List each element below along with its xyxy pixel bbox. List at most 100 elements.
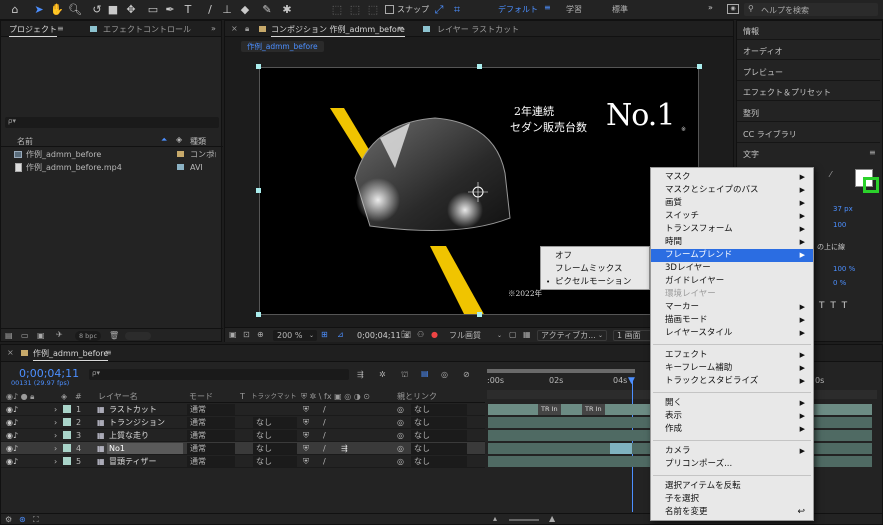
toggle-mask-icon[interactable]: ⊞ — [321, 330, 328, 339]
trackmatte-dropdown[interactable]: なし — [253, 430, 297, 441]
zoom-out-timeline-icon[interactable]: ▴ — [493, 514, 497, 523]
menu-item-frame-blending[interactable]: フレームブレンド ▶ — [651, 249, 813, 262]
stroke-position-dropdown[interactable]: の上に線 — [817, 242, 845, 252]
layer-tab[interactable]: レイヤー ラストカット — [437, 24, 519, 35]
menu-item-keyframe-assistant[interactable]: キーフレーム補助 ▶ — [651, 362, 813, 375]
layer-name[interactable]: No1 — [107, 443, 183, 454]
handle-ml[interactable] — [256, 188, 261, 193]
type-tool-icon[interactable]: T — [181, 3, 195, 17]
eyedropper-icon[interactable]: ⁄ — [830, 170, 831, 179]
layer-row-selected[interactable]: ◉♪ › 4 ▦ No1 通常 なし ⛨ / ⇶ ◎ なし — [1, 442, 485, 455]
delete-icon[interactable]: 🗑︎ — [109, 331, 119, 340]
quality-switch-icon[interactable]: / — [323, 442, 326, 455]
visibility-icon[interactable]: ◉♪ — [6, 429, 18, 442]
menu-item-reveal[interactable]: 表示 ▶ — [651, 410, 813, 423]
col-name-header[interactable]: 名前 — [17, 136, 33, 147]
baseline-value[interactable]: 0 % — [833, 279, 846, 287]
effects-presets-tab[interactable]: エフェクト＆プリセット — [743, 87, 831, 98]
scale-value[interactable]: 100 % — [833, 265, 855, 273]
close-tab-icon[interactable]: × — [231, 24, 238, 33]
parent-dropdown[interactable]: なし — [411, 443, 467, 454]
workspace-menu-icon[interactable]: ≡ — [544, 3, 551, 12]
menu-item-select-children[interactable]: 子を選択 — [651, 493, 813, 506]
menu-item-create[interactable]: 作成 ▶ — [651, 423, 813, 436]
visibility-icon[interactable]: ◉♪ — [6, 455, 18, 468]
selection-tool-icon[interactable]: ➤ — [32, 3, 46, 17]
collapse-switch-icon[interactable]: ⛨ — [303, 429, 309, 442]
workspace-default[interactable]: デフォルト — [498, 4, 538, 15]
expand-chevron-icon[interactable]: › — [54, 442, 57, 455]
trackmatte-dropdown[interactable]: なし — [253, 443, 297, 454]
frame-blend-switch-icon[interactable]: ⇶ — [341, 442, 348, 455]
comp-flow-breadcrumb[interactable]: 作例_admm_before — [241, 41, 324, 52]
hand-tool-icon[interactable]: ✋ — [50, 3, 64, 17]
workspace-standard[interactable]: 標準 — [612, 4, 628, 15]
handle-tm[interactable] — [477, 64, 482, 69]
workspace-learn[interactable]: 学習 — [566, 4, 582, 15]
layer-row[interactable]: ◉♪ › 3 ▦ 上質な走り 通常 なし ⛨ / ◎ なし — [1, 429, 485, 442]
parent-pickwhip-icon[interactable]: ◎ — [397, 403, 404, 416]
timeline-zoom-slider[interactable] — [509, 519, 539, 521]
new-folder-icon[interactable]: ▭ — [21, 331, 29, 340]
mode-dropdown[interactable]: 通常 — [187, 404, 235, 415]
layer-row[interactable]: ◉♪ › 5 ▦ 冒頭ティザー 通常 なし ⛨ / ◎ なし — [1, 455, 485, 468]
parent-pickwhip-icon[interactable]: ◎ — [397, 416, 404, 429]
menu-item-mask-shape-path[interactable]: マスクとシェイプのパス ▶ — [651, 184, 813, 197]
layer-label-swatch[interactable] — [63, 457, 71, 465]
quality-switch-icon[interactable]: / — [323, 403, 326, 416]
menu-item-track-stabilize[interactable]: トラックとスタビライズ ▶ — [651, 375, 813, 388]
trackmatte-dropdown[interactable]: なし — [253, 417, 297, 428]
in-out-toggle-icon[interactable]: ⛶ — [33, 515, 39, 525]
parent-dropdown[interactable]: なし — [411, 456, 467, 467]
audio-panel-tab[interactable]: オーディオ — [743, 46, 782, 57]
flowchart-icon[interactable]: ⛙ — [211, 148, 217, 161]
project-item-footage[interactable]: 作例_admm_before.mp4 AVI — [1, 161, 223, 174]
zoom-dropdown[interactable]: 200 % ⌄ — [273, 330, 317, 341]
menu-item-camera[interactable]: カメラ ▶ — [651, 445, 813, 458]
interpret-footage-icon[interactable]: ▤ — [5, 331, 13, 340]
font-size-value[interactable]: 37 px — [833, 205, 853, 213]
parent-pickwhip-icon[interactable]: ◎ — [397, 429, 404, 442]
axis-local-icon[interactable]: ⬚ — [330, 3, 344, 17]
more-tabs-icon[interactable]: » — [211, 24, 216, 33]
region-icon[interactable]: ⊡ — [243, 330, 250, 339]
timeline-search-input[interactable]: ρ▾ — [89, 369, 349, 380]
always-preview-icon[interactable]: ▣ — [229, 330, 237, 339]
menu-item-effect[interactable]: エフェクト ▶ — [651, 349, 813, 362]
comp-tab-menu-icon[interactable]: ≡ — [397, 24, 404, 33]
sync-icon[interactable]: ◉ — [727, 4, 739, 14]
expand-chevron-icon[interactable]: › — [54, 455, 57, 468]
bpc-button[interactable]: 8 bpc — [75, 331, 101, 341]
visibility-icon[interactable]: ◉♪ — [6, 442, 18, 455]
camera-dropdown[interactable]: アクティブカ... ⌄ — [537, 330, 607, 341]
project-tab[interactable]: プロジェクト — [9, 24, 57, 37]
visibility-icon[interactable]: ◉♪ — [6, 416, 18, 429]
pan-behind-tool-icon[interactable]: ✥ — [124, 3, 138, 17]
timeline-menu-icon[interactable]: ≡ — [105, 348, 112, 357]
roi-icon[interactable]: ▢ — [509, 330, 517, 339]
menu-item-markers[interactable]: マーカー ▶ — [651, 301, 813, 314]
parent-pickwhip-icon[interactable]: ◎ — [397, 442, 404, 455]
parent-dropdown[interactable]: なし — [411, 417, 467, 428]
transparency-grid-icon[interactable]: ⊿ — [337, 330, 344, 339]
menu-item-blend-mode[interactable]: 描画モード ▶ — [651, 314, 813, 327]
snap-grid-icon[interactable]: ⌗ — [450, 3, 464, 17]
layer-label-swatch[interactable] — [63, 418, 71, 426]
quality-switch-icon[interactable]: / — [323, 455, 326, 468]
cc-libraries-tab[interactable]: CC ライブラリ — [743, 129, 797, 140]
sort-asc-icon[interactable]: ⏶ — [161, 135, 167, 145]
snapshot-icon[interactable]: 📷︎ — [401, 330, 411, 339]
tracking-value[interactable]: 100 — [833, 221, 846, 229]
project-search-input[interactable]: ρ▾ — [5, 117, 219, 128]
collapse-switch-icon[interactable]: ⛨ — [303, 442, 309, 455]
comp-mini-flowchart-icon[interactable]: ⇶ — [357, 370, 364, 379]
character-panel-tab[interactable]: 文字 — [743, 149, 759, 160]
graph-editor-icon[interactable]: ⊘ — [463, 370, 470, 379]
new-comp-icon[interactable]: ▣ — [37, 331, 45, 340]
playhead-handle-icon[interactable]: ▼ — [628, 376, 635, 386]
menu-item-time[interactable]: 時間 ▶ — [651, 236, 813, 249]
menu-item-open[interactable]: 開く ▶ — [651, 397, 813, 410]
collapse-switch-icon[interactable]: ⛨ — [303, 455, 309, 468]
draft-3d-icon[interactable]: ✲ — [379, 370, 386, 379]
parent-dropdown[interactable]: なし — [411, 404, 467, 415]
